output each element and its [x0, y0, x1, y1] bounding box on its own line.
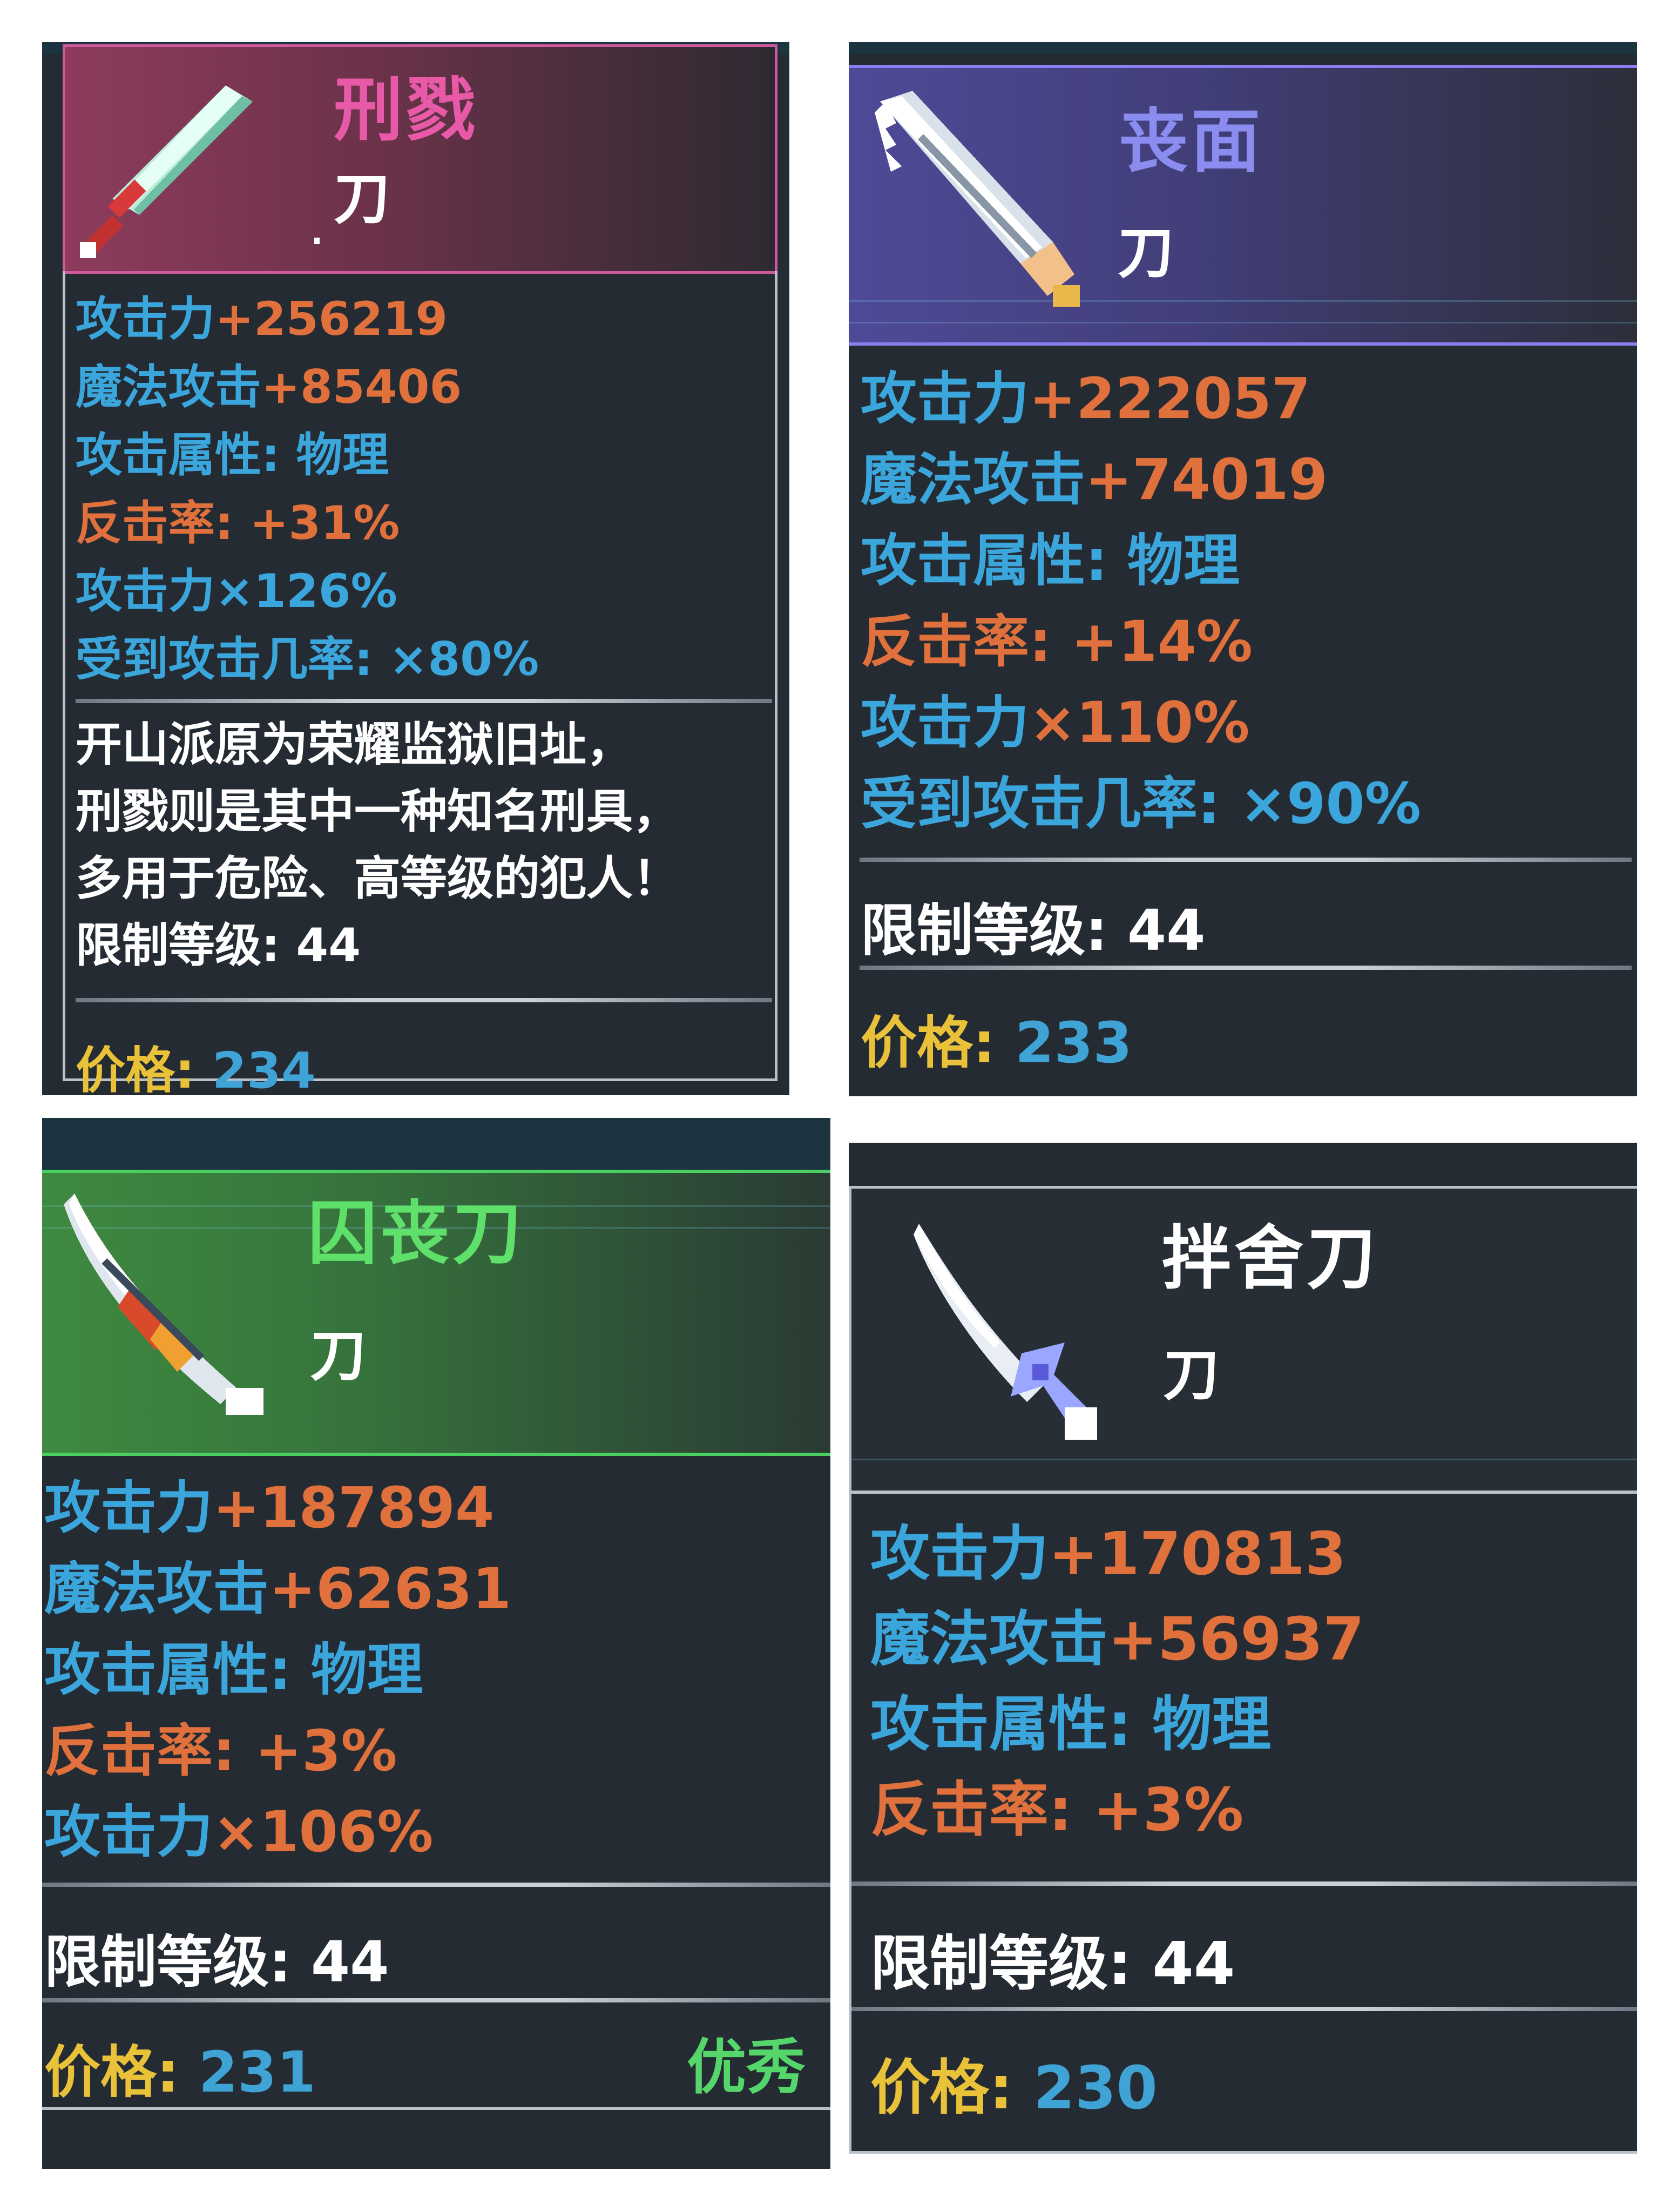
item-description: 开山派原为荣耀监狱旧址， 刑戮则是其中一种知名刑具， 多用于危险、高等级的犯人！… [76, 721, 679, 969]
pixel-sword-icon [80, 85, 253, 258]
stat-attack-attribute: 攻击属性: 物理 [870, 1690, 1272, 1759]
stat-magic-attack: 魔法攻击+74019 [861, 447, 1328, 512]
card-bottom-line [42, 2107, 830, 2110]
stat-counter-rate: 反击率: +3% [44, 1718, 397, 1784]
header-dot [314, 238, 320, 244]
stat-attack: 攻击力+222057 [861, 366, 1311, 431]
item-subtype: 刀 [1118, 220, 1174, 286]
header-scanline [849, 322, 1637, 323]
divider [851, 2007, 1637, 2011]
level-requirement: 限制等级: 44 [44, 1929, 389, 1995]
card-top-strip [42, 1118, 830, 1170]
item-card-xinglu: 刑戮 刀 攻击力+256219 魔法攻击+85406 攻击属性: 物理 反击率:… [42, 42, 789, 1095]
item-price: 价格: 233 [861, 1010, 1132, 1076]
stat-attack: 攻击力+187894 [44, 1475, 495, 1541]
stat-magic-attack: 魔法攻击+85406 [76, 360, 462, 414]
item-stats: 攻击力+222057 魔法攻击+74019 攻击属性: 物理 反击率: +14%… [861, 370, 1421, 857]
item-card-qiusangdao: 囚丧刀 刀 攻击力+187894 魔法攻击+62631 攻击属性: 物理 反击率… [42, 1118, 830, 2169]
divider [851, 1881, 1637, 1886]
item-price: 价格: 230 [870, 2053, 1158, 2122]
item-card-banshedao: 拌舍刀 刀 攻击力+170813 魔法攻击+56937 攻击属性: 物理 反击率… [849, 1143, 1637, 2154]
serrated-blade-icon [875, 91, 1080, 307]
stat-attack: 攻击力+256219 [76, 292, 448, 346]
description-line: 开山派原为荣耀监狱旧址， [76, 718, 633, 772]
level-requirement: 限制等级: 44 [76, 919, 361, 973]
stat-counter-rate: 反击率: +31% [76, 496, 400, 550]
stat-attack-attribute: 攻击属性: 物理 [44, 1637, 423, 1703]
item-title: 拌舍刀 [1162, 1218, 1380, 1299]
divider [76, 998, 772, 1002]
item-subtype: 刀 [310, 1323, 367, 1388]
description-line: 多用于危险、高等级的犯人！ [76, 852, 679, 906]
stat-counter-rate: 反击率: +14% [861, 609, 1253, 675]
stat-counter-rate: 反击率: +3% [870, 1775, 1244, 1844]
curved-saber-icon [64, 1193, 263, 1415]
item-card-sangmian: 丧面 刀 攻击力+222057 魔法攻击+74019 攻击属性: 物理 反击率:… [849, 42, 1637, 1096]
item-stats: 攻击力+170813 魔法攻击+56937 攻击属性: 物理 反击率: +3% [870, 1524, 1364, 1865]
stat-magic-attack: 魔法攻击+62631 [44, 1556, 511, 1622]
item-stats: 攻击力+187894 魔法攻击+62631 攻击属性: 物理 反击率: +3% … [44, 1480, 511, 1885]
item-stats: 攻击力+256219 魔法攻击+85406 攻击属性: 物理 反击率: +31%… [76, 296, 539, 704]
quality-badge: 优秀 [687, 2033, 806, 2102]
stat-attack-multiplier: 攻击力×126% [76, 564, 397, 618]
stat-attack-attribute: 攻击属性: 物理 [861, 528, 1240, 594]
item-subtype: 刀 [1163, 1342, 1220, 1408]
stat-attack-attribute: 攻击属性: 物理 [76, 428, 389, 482]
stat-attack: 攻击力+170813 [870, 1519, 1347, 1588]
card-top-strip [849, 42, 1637, 54]
item-title: 刑戮 [334, 70, 479, 151]
divider [76, 699, 772, 703]
item-price: 价格: 234 [76, 1042, 316, 1095]
description-line: 刑戮则是其中一种知名刑具， [76, 785, 679, 839]
stat-hit-chance: 受到攻击几率: ×90% [861, 771, 1421, 837]
item-subtype: 刀 [334, 166, 390, 232]
level-requirement: 限制等级: 44 [870, 1929, 1235, 1998]
stat-attack-multiplier: 攻击力×110% [861, 690, 1250, 756]
divider [860, 858, 1632, 862]
level-requirement: 限制等级: 44 [861, 898, 1206, 963]
divider [42, 1883, 830, 1887]
item-price: 价格: 231 [44, 2039, 316, 2105]
short-dagger-icon [914, 1224, 1097, 1440]
stat-magic-attack: 魔法攻击+56937 [870, 1604, 1364, 1674]
divider [42, 1998, 830, 2002]
divider [860, 966, 1632, 970]
item-title: 丧面 [1119, 102, 1264, 182]
stat-attack-multiplier: 攻击力×106% [44, 1799, 434, 1865]
item-title: 囚丧刀 [308, 1193, 525, 1274]
stat-hit-chance: 受到攻击几率: ×80% [76, 632, 539, 686]
